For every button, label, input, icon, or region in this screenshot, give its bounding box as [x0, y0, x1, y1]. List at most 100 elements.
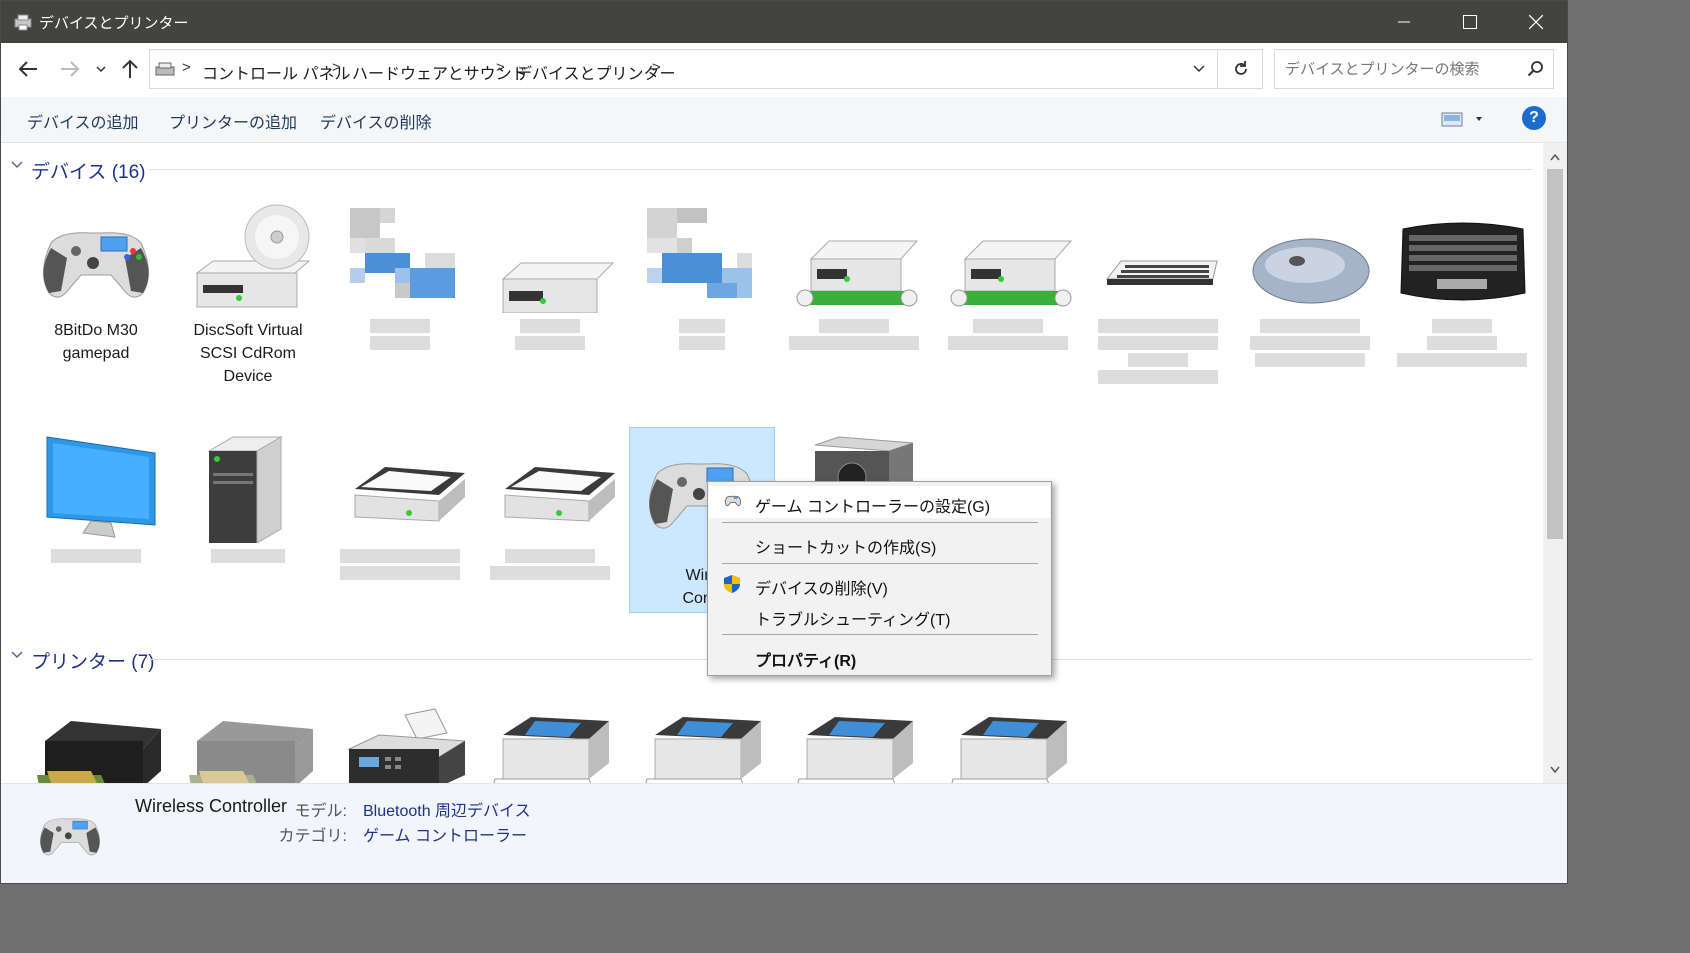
scroll-down-button[interactable]: [1543, 757, 1567, 781]
printer-tile[interactable]: [629, 705, 775, 783]
scrollbar-thumb[interactable]: [1547, 169, 1563, 539]
devices-printers-app-icon: [14, 14, 32, 31]
menu-item-create-shortcut[interactable]: ショートカットの作成(S): [709, 527, 1050, 559]
back-button[interactable]: [13, 53, 43, 85]
device-tile-network-drive[interactable]: [781, 203, 927, 353]
forward-button[interactable]: [55, 53, 85, 85]
device-tile-computer[interactable]: [175, 433, 321, 566]
scanner-icon: [335, 433, 465, 543]
device-name-line: gamepad: [62, 345, 130, 362]
device-name-line: 8BitDo M30: [54, 322, 138, 339]
fax-icon: [335, 705, 467, 783]
maximize-icon: [1463, 15, 1477, 29]
device-name-redacted: [781, 319, 927, 350]
menu-separator: [722, 634, 1038, 635]
collapse-chevron-icon: [11, 651, 23, 659]
breadcrumb-separator: >: [182, 59, 191, 76]
device-tile-8bitdo[interactable]: 8BitDo M30 gamepad: [23, 203, 169, 365]
gamepad-icon: [31, 203, 161, 313]
computer-tower-icon: [183, 433, 313, 544]
close-button[interactable]: [1503, 1, 1567, 43]
command-bar: デバイスの追加 プリンターの追加 デバイスの削除 ?: [1, 97, 1567, 143]
gamepad-icon: [40, 818, 100, 856]
chevron-down-icon: [1193, 65, 1205, 73]
refresh-button[interactable]: [1217, 50, 1263, 88]
menu-item-label: ゲーム コントローラーの設定(G): [755, 499, 991, 516]
menu-item-properties[interactable]: プロパティ(R): [709, 640, 1050, 672]
device-tile-monitor[interactable]: [23, 433, 169, 566]
forward-arrow-icon: [61, 61, 80, 77]
printer-tile[interactable]: [327, 705, 473, 783]
context-menu: ゲーム コントローラーの設定(G) ショートカットの作成(S) デバイスの削除(…: [707, 481, 1052, 676]
breadcrumb-control-panel[interactable]: コントロール パネル: [202, 60, 350, 84]
printer-tile[interactable]: [477, 705, 623, 783]
device-name-line: SCSI CdRom: [199, 345, 297, 362]
device-name-redacted: [477, 549, 623, 580]
device-tile-discsoft[interactable]: DiscSoft Virtual SCSI CdRom Device: [175, 203, 321, 388]
printer-tile[interactable]: [781, 705, 927, 783]
device-tile-ergonomic-keyboard[interactable]: [1389, 203, 1535, 370]
model-label: モデル:: [294, 803, 347, 820]
device-tile-obscured[interactable]: [327, 203, 473, 353]
vertical-scrollbar[interactable]: [1543, 143, 1567, 783]
title-bar: デバイスとプリンター: [1, 1, 1567, 43]
device-name-redacted: [23, 549, 169, 563]
printer-icon: [485, 705, 615, 783]
device-tile-scanner[interactable]: [327, 433, 473, 583]
drive-icon: [485, 203, 615, 314]
remove-device-button[interactable]: デバイスの削除: [320, 109, 432, 133]
device-tile-mouse[interactable]: [1237, 203, 1383, 370]
breadcrumb-separator: >: [496, 59, 505, 76]
menu-item-game-controller-settings[interactable]: ゲーム コントローラーの設定(G): [709, 486, 1050, 518]
printer-tile[interactable]: [935, 705, 1081, 783]
search-box[interactable]: [1274, 49, 1554, 89]
printer-icon: [943, 705, 1073, 783]
add-printer-button[interactable]: プリンターの追加: [169, 109, 297, 133]
up-button[interactable]: [115, 53, 145, 85]
add-device-button[interactable]: デバイスの追加: [27, 109, 139, 133]
network-drive-icon: [943, 203, 1073, 313]
network-drive-icon: [789, 203, 919, 313]
chevron-up-icon: [1550, 153, 1560, 160]
printer-tile[interactable]: [23, 705, 169, 783]
chevron-down-icon: [96, 66, 106, 73]
address-bar[interactable]: > コントロール パネル > ハードウェアとサウンド > デバイスとプリンター …: [149, 49, 1263, 89]
search-icon[interactable]: [1527, 60, 1545, 78]
selected-device-name: Wireless Controller: [135, 796, 288, 816]
device-name: DiscSoft Virtual SCSI CdRom Device: [175, 319, 321, 388]
category-value: ゲーム コントローラー: [363, 828, 527, 845]
address-history-button[interactable]: [1184, 50, 1214, 88]
menu-item-remove-device[interactable]: デバイスの削除(V): [709, 568, 1050, 600]
search-input[interactable]: [1283, 58, 1513, 80]
collapse-chevron-icon: [11, 161, 23, 169]
device-tile-scanner[interactable]: [477, 433, 623, 583]
printer-tile[interactable]: [175, 705, 321, 783]
mouse-icon: [1245, 203, 1375, 313]
device-name-redacted: [327, 319, 473, 350]
menu-item-label: ショートカットの作成(S): [755, 540, 937, 557]
device-name-redacted: [629, 319, 775, 350]
minimize-button[interactable]: [1371, 1, 1437, 43]
device-name-redacted: [327, 549, 473, 580]
category-label: カテゴリ:: [278, 828, 347, 845]
keyboard-icon: [1093, 203, 1223, 313]
view-options-icon: [1441, 112, 1482, 127]
device-name: 8BitDo M30 gamepad: [23, 319, 169, 365]
window-title: デバイスとプリンター: [39, 15, 189, 32]
cdrom-drive-icon: [183, 203, 313, 313]
menu-separator: [722, 563, 1038, 564]
device-tile-drive[interactable]: [477, 203, 623, 353]
recent-locations-button[interactable]: [89, 53, 113, 85]
device-tile-obscured[interactable]: [629, 203, 775, 353]
device-tile-keyboard[interactable]: [1085, 203, 1231, 387]
change-view-button[interactable]: [1441, 111, 1485, 132]
scroll-up-button[interactable]: [1543, 145, 1567, 169]
help-button[interactable]: ?: [1522, 106, 1546, 130]
device-name-redacted: [477, 319, 623, 350]
device-name-redacted: [935, 319, 1081, 350]
maximize-button[interactable]: [1437, 1, 1503, 43]
photo-printer-gray-icon: [183, 705, 313, 783]
menu-item-troubleshoot[interactable]: トラブルシューティング(T): [709, 599, 1050, 631]
menu-item-label: プロパティ(R): [755, 653, 857, 670]
device-tile-network-drive[interactable]: [935, 203, 1081, 353]
